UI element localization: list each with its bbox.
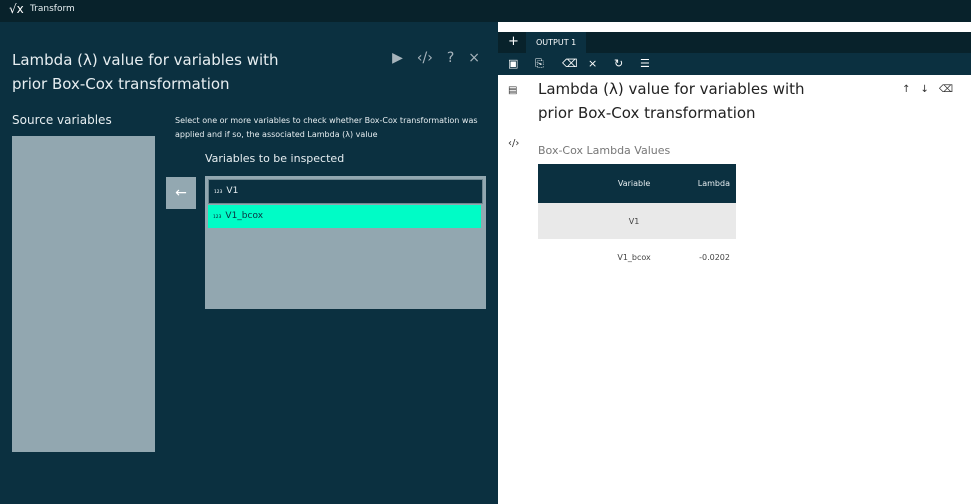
output-tabbar: + OUTPUT 1 [498,32,971,53]
dialog-panel: Lambda (λ) value for variables with prio… [0,22,498,504]
list-item[interactable]: ₁₂₃ V1_bcox [208,205,481,228]
source-variables-list[interactable] [12,136,155,452]
run-icon[interactable]: ▶ [392,50,403,66]
table-cell [673,203,736,239]
delete-icon[interactable]: ⌫ [562,57,578,70]
output-panel: + OUTPUT 1 ▣ ⎘ ⌫ × ↻ ☰ ▤ ‹/› Lambda (λ) … [498,22,971,504]
new-output-icon[interactable]: ▣ [508,57,518,70]
variables-inspected-list[interactable]: ₁₂₃ V1 ₁₂₃ V1_bcox [205,176,486,309]
table-header-row: Variable Lambda [538,164,736,203]
move-down-icon[interactable]: ↓ [920,84,928,95]
list-icon[interactable]: ☰ [640,57,650,70]
table-header: Lambda [673,164,736,203]
continuous-variable-icon: ₁₂₃ [213,212,222,220]
output-subtitle: Box-Cox Lambda Values [538,144,671,157]
collapse-icon[interactable]: ▤ [508,85,517,96]
delete-output-icon[interactable]: ⌫ [939,84,953,95]
table-row: V1_bcox -0.0202 [538,239,736,275]
close-icon[interactable]: × [468,50,480,66]
clear-icon[interactable]: × [588,57,597,70]
table-row: V1 [538,203,736,239]
help-icon[interactable]: ? [447,50,454,66]
app-logo-icon: √x [9,2,24,16]
move-up-icon[interactable]: ↑ [902,84,910,95]
table-cell: V1 [595,203,674,239]
app-titlebar: √x Transform [0,0,971,22]
dialog-toolbar: ▶ ‹/› ? × [392,50,480,66]
tab-output-1[interactable]: OUTPUT 1 [526,32,587,53]
table-header: Variable [595,164,674,203]
list-item[interactable]: ₁₂₃ V1 [208,179,483,204]
dialog-heading: Lambda (λ) value for variables with prio… [12,51,279,93]
code-icon[interactable]: ‹/› [417,50,433,66]
app-title: Transform [30,4,75,14]
variables-inspected-label: Variables to be inspected [205,152,345,165]
output-item-toolbar: ↑ ↓ ⌫ [902,84,953,95]
variable-name: V1 [226,186,239,196]
table-header [538,164,595,203]
continuous-variable-icon: ₁₂₃ [214,187,223,195]
export-icon[interactable]: ⎘ [535,57,544,71]
add-output-icon[interactable]: + [508,34,519,49]
output-toolbar: ▣ ⎘ ⌫ × ↻ ☰ [498,53,971,75]
lambda-table: Variable Lambda V1 V1_bcox -0.0202 [538,164,736,275]
output-title: Lambda (λ) value for variables with prio… [538,80,805,122]
move-left-button[interactable]: ← [166,177,196,209]
code-view-icon[interactable]: ‹/› [508,138,519,149]
dialog-description: Select one or more variables to check wh… [175,116,478,139]
variable-name: V1_bcox [225,211,264,221]
table-cell: -0.0202 [699,252,730,262]
refresh-icon[interactable]: ↻ [614,57,623,70]
table-cell: V1_bcox [617,252,651,262]
source-variables-label: Source variables [12,113,112,127]
